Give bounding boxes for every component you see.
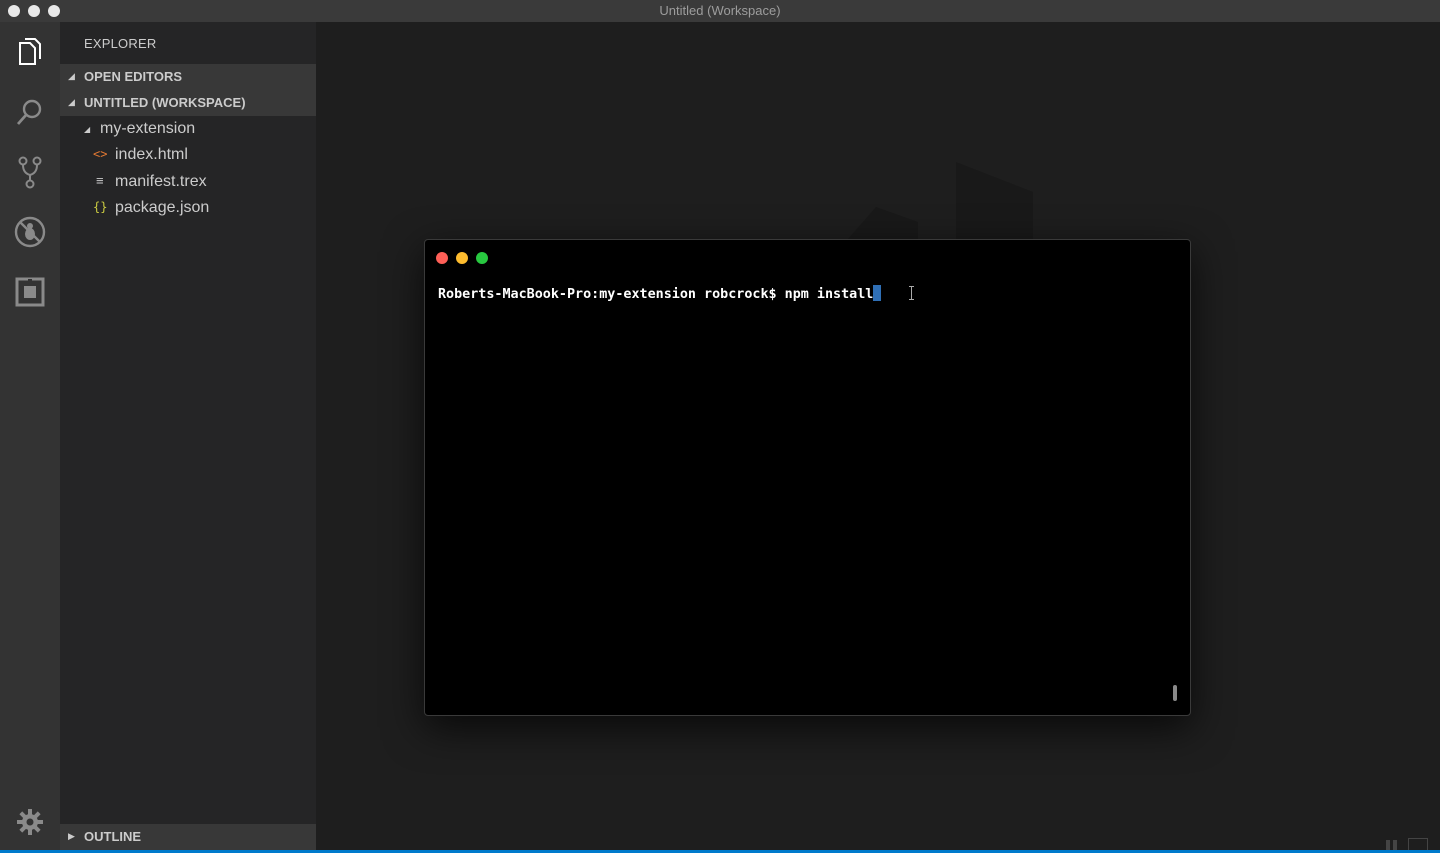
- search-icon[interactable]: [10, 92, 50, 132]
- section-open-editors[interactable]: ◢ OPEN EDITORS: [60, 64, 316, 90]
- explorer-sidebar: EXPLORER ◢ OPEN EDITORS ◢ UNTITLED (WORK…: [60, 22, 316, 850]
- terminal-window[interactable]: Roberts-MacBook-Pro:my-extension robcroc…: [424, 239, 1191, 716]
- tree-file-index-html[interactable]: <> index.html: [60, 143, 316, 169]
- chevron-down-icon: ◢: [68, 97, 75, 107]
- window-title: Untitled (Workspace): [659, 3, 781, 18]
- file-label: manifest.trex: [115, 173, 207, 190]
- html-file-icon: <>: [93, 147, 108, 161]
- terminal-line: Roberts-MacBook-Pro:my-extension robcroc…: [438, 285, 882, 302]
- chevron-down-icon: ◢: [68, 71, 75, 81]
- debug-icon[interactable]: [10, 212, 50, 252]
- chevron-right-icon: ▶: [68, 831, 75, 841]
- extensions-icon[interactable]: [10, 272, 50, 312]
- tree-file-package-json[interactable]: {} package.json: [60, 196, 316, 222]
- title-bar: Untitled (Workspace): [0, 0, 1440, 22]
- section-label: UNTITLED (WORKSPACE): [84, 95, 246, 110]
- text-file-icon: ≡: [96, 173, 104, 188]
- source-control-icon[interactable]: [10, 152, 50, 192]
- folder-label: my-extension: [100, 120, 196, 137]
- section-workspace[interactable]: ◢ UNTITLED (WORKSPACE): [60, 90, 316, 116]
- terminal-minimize-button[interactable]: [456, 252, 468, 264]
- vscode-watermark-icon: [841, 162, 1033, 247]
- terminal-close-button[interactable]: [436, 252, 448, 264]
- terminal-scrollbar[interactable]: [1173, 685, 1177, 701]
- section-outline[interactable]: ▶ OUTLINE: [60, 824, 316, 850]
- terminal-zoom-button[interactable]: [476, 252, 488, 264]
- chevron-down-icon: ◢: [84, 125, 91, 134]
- file-label: index.html: [115, 146, 188, 163]
- ibeam-bottom: [909, 299, 914, 300]
- settings-gear-icon[interactable]: [10, 802, 50, 842]
- activity-bar: [0, 22, 60, 850]
- sidebar-title: EXPLORER: [84, 36, 157, 51]
- explorer-icon[interactable]: [10, 33, 50, 73]
- panel-icon: [1408, 838, 1428, 850]
- pause-icon: [1386, 840, 1402, 850]
- tree-file-manifest-trex[interactable]: ≡ manifest.trex: [60, 170, 316, 196]
- file-label: package.json: [115, 199, 210, 216]
- json-file-icon: {}: [93, 200, 108, 214]
- section-label: OUTLINE: [84, 829, 142, 844]
- tree-folder-my-extension[interactable]: ◢ my-extension: [60, 117, 316, 143]
- section-label: OPEN EDITORS: [84, 69, 183, 84]
- terminal-cursor: [873, 285, 882, 301]
- ibeam-top: [909, 286, 914, 287]
- terminal-prompt: Roberts-MacBook-Pro:my-extension robcroc…: [438, 287, 785, 302]
- terminal-command: npm install: [784, 287, 874, 302]
- text-cursor-ibeam-icon: [911, 286, 912, 300]
